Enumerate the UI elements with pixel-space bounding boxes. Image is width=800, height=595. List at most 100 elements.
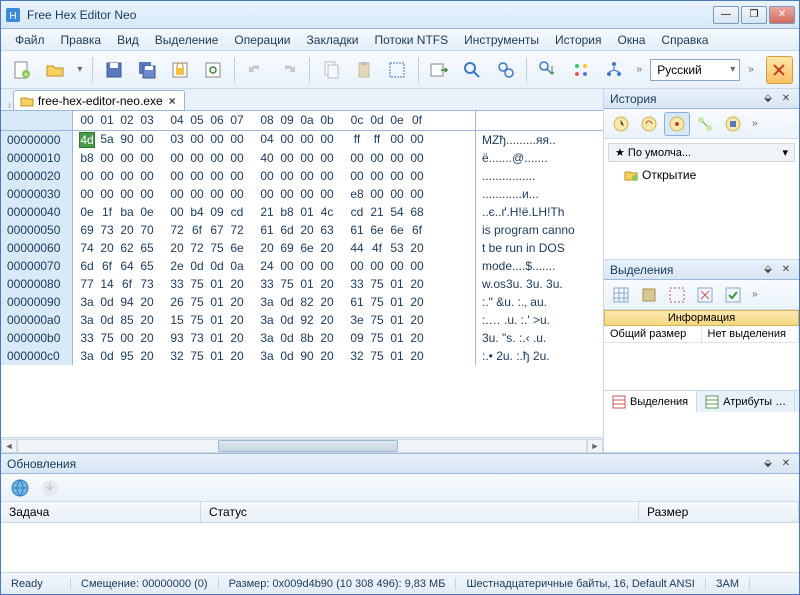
hex-row[interactable]: 000000c03a0d9520327501203a0d902032750120…	[1, 347, 603, 365]
hex-row[interactable]: 0000008077146f73337501203375012033750120…	[1, 275, 603, 293]
save-all-button[interactable]	[132, 55, 161, 85]
maximize-button[interactable]: ❐	[741, 6, 767, 24]
hex-row[interactable]: 000000903a0d9420267501203a0d822061750120…	[1, 293, 603, 311]
more-tools-icon[interactable]: »	[633, 64, 647, 75]
open-file-button[interactable]	[40, 55, 69, 85]
lang-more-icon[interactable]: »	[744, 64, 758, 75]
app-window: H Free Hex Editor Neo — ❐ ✕ ФайлПравкаВи…	[0, 0, 800, 595]
history-item[interactable]: Открытие	[608, 166, 795, 184]
updates-title: Обновления	[7, 457, 76, 471]
file-tab[interactable]: free-hex-editor-neo.exe ×	[13, 90, 185, 110]
menu-справка[interactable]: Справка	[653, 31, 716, 49]
history-save-icon[interactable]	[720, 112, 746, 136]
menu-операции[interactable]: Операции	[226, 31, 298, 49]
redo-button[interactable]	[274, 55, 303, 85]
sel-check-icon[interactable]	[720, 283, 746, 307]
new-file-button[interactable]: +	[7, 55, 36, 85]
copy-button[interactable]	[316, 55, 345, 85]
statusbar: Ready Смещение: 00000000 (0) Размер: 0x0…	[1, 572, 799, 594]
panel-pin-icon[interactable]: ⬙	[761, 92, 775, 106]
hex-row[interactable]: 000000a03a0d8520157501203a0d92203e750120…	[1, 311, 603, 329]
scroll-thumb[interactable]	[218, 440, 398, 452]
panel-close-icon[interactable]: ✕	[779, 457, 793, 471]
history-undo-icon[interactable]	[636, 112, 662, 136]
tab-selections[interactable]: Выделения	[604, 391, 697, 412]
language-selector[interactable]: Русский	[650, 59, 740, 81]
hex-row[interactable]: 00000010b8000000000000004000000000000000…	[1, 149, 603, 167]
hex-row[interactable]: 000000004d5a90000300000004000000ffff0000…	[1, 131, 603, 149]
goto-button[interactable]	[425, 55, 454, 85]
close-button[interactable]: ✕	[769, 6, 795, 24]
hex-row[interactable]: 000000b033750020937301203a0d8b2009750120…	[1, 329, 603, 347]
panel-close-icon[interactable]: ✕	[779, 92, 793, 106]
settings-button[interactable]	[766, 56, 793, 84]
panel-pin-icon[interactable]: ⬙	[761, 263, 775, 277]
menu-вид[interactable]: Вид	[109, 31, 147, 49]
hex-row[interactable]: 000000706d6f64652e0d0d0a2400000000000000…	[1, 257, 603, 275]
tab-close-icon[interactable]: ×	[167, 94, 178, 108]
history-column-header[interactable]: ★ По умолча... ▾	[608, 143, 795, 162]
hex-row[interactable]: 00000060742062652072756e20696e20444f5320…	[1, 239, 603, 257]
undo-button[interactable]	[241, 55, 270, 85]
menu-файл[interactable]: Файл	[7, 31, 53, 49]
window-title: Free Hex Editor Neo	[27, 8, 713, 22]
history-toolbar: »	[604, 109, 799, 139]
paste-button[interactable]	[349, 55, 378, 85]
update-download-icon[interactable]	[37, 476, 63, 500]
menu-потоки ntfs[interactable]: Потоки NTFS	[366, 31, 456, 49]
menu-история[interactable]: История	[547, 31, 610, 49]
menu-инструменты[interactable]: Инструменты	[456, 31, 547, 49]
history-branch-icon[interactable]	[664, 112, 690, 136]
sel-add-icon[interactable]	[636, 283, 662, 307]
status-mode: Шестнадцатеричные байты, 16, Default ANS…	[456, 578, 705, 590]
info-header: Информация	[604, 310, 799, 326]
col-status[interactable]: Статус	[201, 502, 639, 522]
sel-grid-icon[interactable]	[608, 283, 634, 307]
hex-row[interactable]: 00000030000000000000000000000000e8000000…	[1, 185, 603, 203]
history-tree-icon[interactable]	[692, 112, 718, 136]
tab-drag-handle[interactable]: ⁞⁞	[5, 103, 13, 110]
panel-close-icon[interactable]: ✕	[779, 263, 793, 277]
hex-rows[interactable]: 000000004d5a90000300000004000000ffff0000…	[1, 131, 603, 437]
open-dropdown-icon[interactable]: ▾	[73, 64, 86, 75]
history-more-icon[interactable]: »	[748, 118, 762, 129]
horizontal-scrollbar[interactable]: ◄ ►	[1, 437, 603, 453]
panel-pin-icon[interactable]: ⬙	[761, 457, 775, 471]
list-icon	[705, 395, 719, 409]
select-all-button[interactable]	[383, 55, 412, 85]
col-size[interactable]: Размер	[639, 502, 799, 522]
save-button[interactable]	[99, 55, 128, 85]
language-value: Русский	[657, 63, 702, 77]
minimize-button[interactable]: —	[713, 6, 739, 24]
history-clock-icon[interactable]	[608, 112, 634, 136]
bookmark-button[interactable]	[566, 55, 595, 85]
history-panel: История ⬙ ✕ » ★ По умолча... ▾	[604, 89, 799, 260]
find-button[interactable]	[458, 55, 487, 85]
hex-row[interactable]: 000000400e1fba0e00b409cd21b8014ccd215468…	[1, 203, 603, 221]
menu-закладки[interactable]: Закладки	[299, 31, 367, 49]
selections-title: Выделения	[610, 263, 673, 277]
tab-attributes[interactable]: Атрибуты …	[697, 391, 795, 412]
hex-row[interactable]: 0000002000000000000000000000000000000000…	[1, 167, 603, 185]
app-icon: H	[5, 7, 21, 23]
refresh-button[interactable]	[199, 55, 228, 85]
scroll-right-icon[interactable]: ►	[587, 439, 603, 453]
sel-more-icon[interactable]: »	[748, 289, 762, 300]
structure-button[interactable]	[599, 55, 628, 85]
titlebar: H Free Hex Editor Neo — ❐ ✕	[1, 1, 799, 29]
update-globe-icon[interactable]	[7, 476, 33, 500]
replace-button[interactable]	[533, 55, 562, 85]
col-task[interactable]: Задача	[1, 502, 201, 522]
find-all-button[interactable]	[491, 55, 520, 85]
hex-row[interactable]: 0000005069732070726f6772616d2063616e6e6f…	[1, 221, 603, 239]
svg-text:H: H	[9, 11, 16, 22]
sel-remove-icon[interactable]	[692, 283, 718, 307]
sel-box-icon[interactable]	[664, 283, 690, 307]
menu-выделение[interactable]: Выделение	[147, 31, 227, 49]
status-size: Размер: 0x009d4b90 (10 308 496): 9,83 МБ	[219, 578, 457, 590]
menu-правка[interactable]: Правка	[53, 31, 110, 49]
grid-icon	[612, 395, 626, 409]
scroll-left-icon[interactable]: ◄	[1, 439, 17, 453]
menu-окна[interactable]: Окна	[610, 31, 654, 49]
encrypt-button[interactable]	[166, 55, 195, 85]
